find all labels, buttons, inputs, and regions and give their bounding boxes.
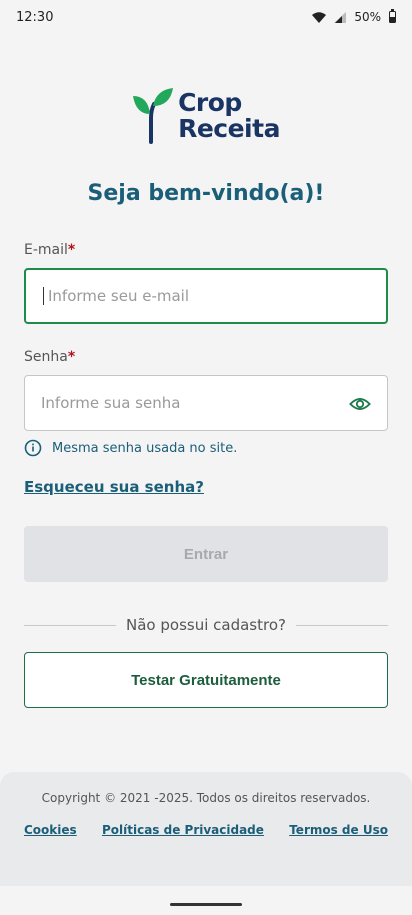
login-button[interactable]: Entrar [24,526,388,582]
email-placeholder: Informe seu e-mail [48,287,189,305]
sprout-icon [133,88,174,144]
footer-links: Cookies Políticas de Privacidade Termos … [24,823,388,837]
password-required-mark: * [67,349,76,365]
battery-icon [389,8,396,23]
signup-divider: Não possui cadastro? [24,615,388,635]
password-placeholder: Informe sua senha [41,394,181,412]
logo-wordmark: Crop Receita [178,90,280,142]
password-field[interactable]: Informe sua senha [24,375,388,431]
eye-icon[interactable] [349,393,371,415]
free-trial-button[interactable]: Testar Gratuitamente [24,652,388,708]
text-caret [43,287,44,305]
welcome-heading: Seja bem-vindo(a)! [87,181,325,206]
copyright-text: Copyright © 2021 -2025. Todos os direito… [41,791,371,805]
signal-icon [334,11,347,23]
logo-line2: Receita [178,114,280,143]
wifi-icon [312,11,327,23]
email-required-mark: * [67,242,76,258]
divider-line-right [295,624,388,626]
status-bar: 12:30 50% [0,0,412,34]
home-indicator[interactable] [170,903,242,906]
battery-percent: 50% [354,10,381,24]
info-icon [24,439,42,457]
email-label: E-mail* [24,242,75,258]
hint-text: Mesma senha usada no site. [52,440,238,456]
divider-line-left [24,624,117,626]
footer: Copyright © 2021 -2025. Todos os direito… [0,772,412,886]
app-logo: Crop Receita [0,88,412,144]
email-field[interactable]: Informe seu e-mail [24,268,388,324]
password-hint: Mesma senha usada no site. [24,439,237,457]
cookies-link[interactable]: Cookies [24,823,77,837]
divider-text: Não possui cadastro? [126,616,286,634]
privacy-policy-link[interactable]: Políticas de Privacidade [102,823,264,837]
terms-of-use-link[interactable]: Termos de Uso [289,823,388,837]
navigation-bar [0,886,412,915]
email-label-text: E-mail [24,242,68,258]
status-time: 12:30 [16,9,54,25]
password-label-text: Senha [24,349,68,365]
password-label: Senha* [24,349,75,365]
forgot-password-link[interactable]: Esqueceu sua senha? [24,478,204,496]
status-icons: 50% [312,8,396,24]
logo-line1: Crop [178,88,242,117]
